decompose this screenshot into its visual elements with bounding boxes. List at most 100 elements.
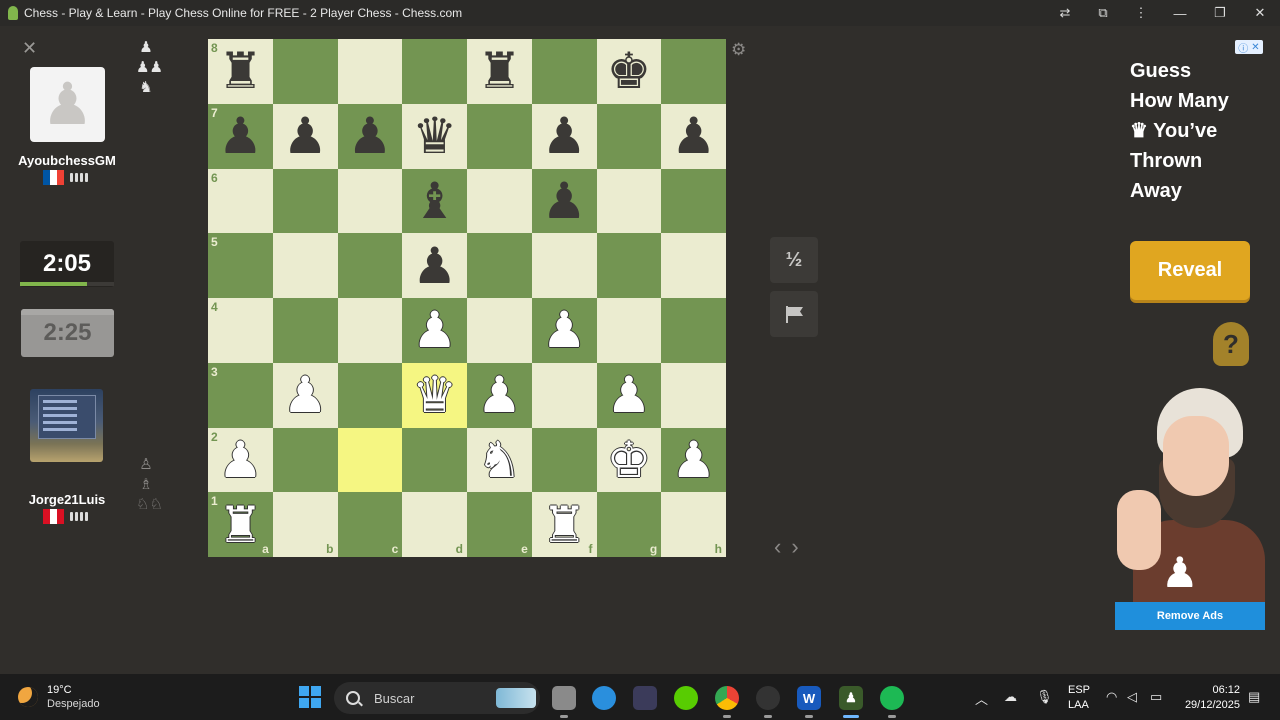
chevron-right-icon[interactable]: › bbox=[791, 534, 798, 560]
volume-icon[interactable]: ◁ bbox=[1127, 689, 1137, 705]
notification-icon[interactable]: ▤ bbox=[1248, 689, 1260, 705]
square-h4[interactable] bbox=[661, 298, 726, 363]
square-c6[interactable] bbox=[337, 168, 403, 234]
battery-icon[interactable]: ▭ bbox=[1150, 689, 1162, 705]
profile-app-icon[interactable] bbox=[633, 686, 657, 710]
black-rook-icon[interactable]: ♜ bbox=[477, 46, 522, 96]
square-a4[interactable]: 4 bbox=[208, 298, 273, 363]
square-f1[interactable]: f ♜ bbox=[531, 492, 597, 557]
square-b4[interactable] bbox=[272, 298, 338, 363]
square-e6[interactable] bbox=[467, 168, 532, 234]
white-pawn-icon[interactable]: ♟ bbox=[283, 370, 328, 420]
offer-draw-button[interactable]: ½ bbox=[770, 237, 818, 283]
square-g7[interactable] bbox=[596, 103, 662, 169]
square-c7[interactable]: ♟ bbox=[337, 103, 403, 169]
task-view-icon[interactable] bbox=[552, 686, 576, 718]
white-rook-icon[interactable]: ♜ bbox=[542, 500, 587, 550]
square-f3[interactable] bbox=[531, 362, 597, 428]
square-d1[interactable]: d bbox=[402, 492, 467, 557]
square-g8[interactable]: ♚ bbox=[596, 39, 662, 104]
minimize-button[interactable]: — bbox=[1160, 0, 1200, 26]
square-h3[interactable] bbox=[661, 362, 726, 428]
square-d3[interactable]: ♛ bbox=[402, 362, 467, 428]
white-pawn-icon[interactable]: ♟ bbox=[606, 370, 651, 420]
weather-temperature[interactable]: 19°C bbox=[47, 684, 72, 696]
weather-description[interactable]: Despejado bbox=[47, 698, 100, 710]
square-d6[interactable]: ♝ bbox=[402, 168, 467, 234]
white-pawn-icon[interactable]: ♟ bbox=[412, 305, 457, 355]
taskbar-search[interactable]: Buscar bbox=[334, 682, 540, 714]
white-rook-icon[interactable]: ♜ bbox=[218, 500, 263, 550]
square-e2[interactable]: ♞ bbox=[467, 427, 532, 493]
square-b5[interactable] bbox=[272, 233, 338, 298]
square-g1[interactable]: g bbox=[596, 492, 662, 557]
square-a7[interactable]: 7 ♟ bbox=[208, 103, 273, 169]
square-c5[interactable] bbox=[337, 233, 403, 298]
square-f6[interactable]: ♟ bbox=[531, 168, 597, 234]
square-e3[interactable]: ♟ bbox=[467, 362, 532, 428]
square-c1[interactable]: c bbox=[337, 492, 403, 557]
square-h6[interactable] bbox=[661, 168, 726, 234]
square-d2[interactable] bbox=[402, 427, 467, 493]
player-username[interactable]: Jorge21Luis bbox=[0, 492, 134, 507]
square-b7[interactable]: ♟ bbox=[272, 103, 338, 169]
square-d8[interactable] bbox=[402, 39, 467, 104]
black-rook-icon[interactable]: ♜ bbox=[218, 46, 263, 96]
square-d5[interactable]: ♟ bbox=[402, 233, 467, 298]
white-pawn-icon[interactable]: ♟ bbox=[542, 305, 587, 355]
cloud-sync-icon[interactable]: ☁ bbox=[1004, 689, 1017, 705]
square-h7[interactable]: ♟ bbox=[661, 103, 726, 169]
square-h2[interactable]: ♟ bbox=[661, 427, 726, 493]
white-pawn-icon[interactable]: ♟ bbox=[671, 435, 716, 485]
square-f5[interactable] bbox=[531, 233, 597, 298]
resign-button[interactable] bbox=[770, 291, 818, 337]
word-icon[interactable]: W bbox=[797, 686, 821, 718]
edge-browser-icon[interactable] bbox=[592, 686, 616, 710]
chess-taskbar-icon[interactable]: ♟ bbox=[839, 686, 863, 718]
spotify-icon[interactable] bbox=[880, 686, 904, 718]
player-avatar[interactable] bbox=[30, 389, 103, 462]
black-pawn-icon[interactable]: ♟ bbox=[283, 111, 328, 161]
square-a2[interactable]: 2 ♟ bbox=[208, 427, 273, 493]
moon-weather-icon[interactable] bbox=[18, 687, 38, 707]
square-a8[interactable]: 8 ♜ bbox=[208, 39, 273, 104]
duolingo-icon[interactable] bbox=[674, 686, 698, 710]
advertisement[interactable]: ⓘ ✕ Guess How Many ♛ You’ve Thrown Away R… bbox=[1115, 40, 1265, 630]
white-king-icon[interactable]: ♚ bbox=[606, 435, 651, 485]
square-h5[interactable] bbox=[661, 233, 726, 298]
square-a3[interactable]: 3 bbox=[208, 362, 273, 428]
square-e7[interactable] bbox=[467, 103, 532, 169]
square-b2[interactable] bbox=[272, 427, 338, 493]
black-pawn-icon[interactable]: ♟ bbox=[347, 111, 392, 161]
square-d4[interactable]: ♟ bbox=[402, 298, 467, 363]
black-pawn-icon[interactable]: ♟ bbox=[412, 241, 457, 291]
black-bishop-icon[interactable]: ♝ bbox=[412, 176, 457, 226]
square-b1[interactable]: b bbox=[272, 492, 338, 557]
square-c3[interactable] bbox=[337, 362, 403, 428]
square-a5[interactable]: 5 bbox=[208, 233, 273, 298]
white-queen-icon[interactable]: ♛ bbox=[412, 370, 457, 420]
square-g6[interactable] bbox=[596, 168, 662, 234]
close-window-button[interactable]: ✕ bbox=[1240, 0, 1280, 26]
remove-ads-link[interactable]: Remove Ads bbox=[1115, 602, 1265, 630]
square-e1[interactable]: e bbox=[467, 492, 532, 557]
square-h1[interactable]: h bbox=[661, 492, 726, 557]
white-pawn-icon[interactable]: ♟ bbox=[477, 370, 522, 420]
square-g2[interactable]: ♚ bbox=[596, 427, 662, 493]
square-e8[interactable]: ♜ bbox=[467, 39, 532, 104]
square-a1[interactable]: 1 a ♜ bbox=[208, 492, 273, 557]
square-g5[interactable] bbox=[596, 233, 662, 298]
square-f8[interactable] bbox=[531, 39, 597, 104]
close-icon[interactable]: ✕ bbox=[22, 38, 37, 59]
square-a6[interactable]: 6 bbox=[208, 168, 273, 234]
square-c8[interactable] bbox=[337, 39, 403, 104]
square-e5[interactable] bbox=[467, 233, 532, 298]
chevron-up-icon[interactable]: ︿ bbox=[975, 689, 988, 708]
square-g4[interactable] bbox=[596, 298, 662, 363]
windows-start-icon[interactable] bbox=[299, 686, 321, 708]
black-pawn-icon[interactable]: ♟ bbox=[671, 111, 716, 161]
square-d7[interactable]: ♛ bbox=[402, 103, 467, 169]
chess-board[interactable]: 8 ♜ ♜ ♚ 7 ♟ ♟ ♟ ♛ ♟ ♟ 6 ♝ ♟ 5 ♟ 4 ♟ ♟ 3 ♟ ♛ ♟ ♟ 2 ♟ ♞ ♚ ♟ 1 a ♜ b c d e f ♜ g h bbox=[208, 39, 726, 557]
reveal-button[interactable]: Reveal bbox=[1130, 241, 1250, 300]
obs-studio-icon[interactable] bbox=[756, 686, 780, 718]
